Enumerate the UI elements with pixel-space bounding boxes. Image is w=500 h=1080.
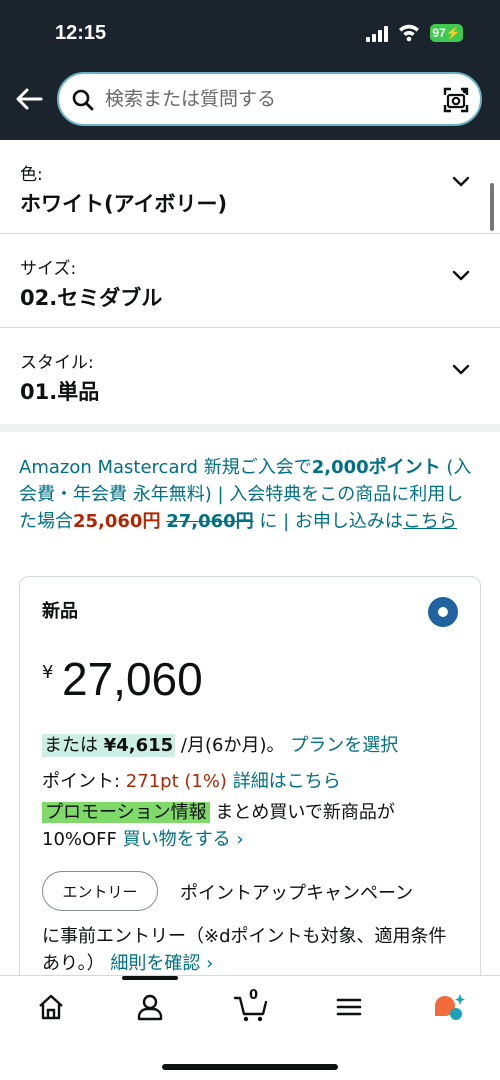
points-value: 271pt (1%) xyxy=(125,771,227,792)
installment-amount: ¥4,615 xyxy=(103,735,174,756)
points-info: ポイント: 271pt (1%) 詳細はこちら xyxy=(42,767,341,793)
select-plan-link[interactable]: プランを選択 xyxy=(290,735,398,756)
option-label: 色: xyxy=(20,165,43,185)
points-details-link[interactable]: 詳細はこちら xyxy=(233,771,341,792)
price-value: 27,060 xyxy=(62,653,203,705)
cellular-signal-icon xyxy=(366,26,390,42)
bottom-navigation: 0 xyxy=(0,975,500,1080)
cart-icon[interactable] xyxy=(233,992,269,1022)
campaign-title: ポイントアップキャンペーン xyxy=(180,883,414,904)
installment-suffix: /月(6か月)。 xyxy=(175,735,285,756)
promo-points: 2,000ポイント xyxy=(311,457,441,478)
menu-icon[interactable] xyxy=(334,992,364,1022)
top-bar: 12:15 97⚡ xyxy=(0,0,500,140)
account-icon[interactable] xyxy=(135,992,165,1022)
option-value: ホワイト(アイボリー) xyxy=(20,192,228,216)
scrollbar[interactable] xyxy=(490,183,494,231)
option-value: 02.セミダブル xyxy=(20,286,163,310)
mastercard-promo[interactable]: Amazon Mastercard 新規ご入会で2,000ポイント (入会費・年… xyxy=(19,454,481,535)
camera-search-icon[interactable] xyxy=(441,85,471,115)
option-label: サイズ: xyxy=(20,259,77,279)
campaign-text: に事前エントリー（※dポイントも対象、適用条件あり。） xyxy=(42,926,447,974)
offer-radio-button[interactable] xyxy=(428,597,458,627)
offer-card[interactable]: 新品 ¥ 27,060 または ¥4,615 /月(6か月)。 プランを選択 ポ… xyxy=(19,576,481,996)
installment-prefix: または xyxy=(44,735,104,756)
battery-icon: 97⚡ xyxy=(430,24,463,42)
promo-apply-link[interactable]: こちら xyxy=(403,511,457,532)
wifi-icon xyxy=(399,24,419,42)
battery-level: 97 xyxy=(432,26,446,40)
points-label: ポイント: xyxy=(42,771,126,792)
option-value: 01.単品 xyxy=(20,380,100,404)
chevron-down-icon xyxy=(452,176,470,187)
rufus-icon[interactable] xyxy=(432,992,466,1022)
search-icon xyxy=(72,89,94,111)
option-color[interactable]: 色: ホワイト(アイボリー) xyxy=(0,140,500,234)
installment-info: または ¥4,615 /月(6か月)。 プランを選択 xyxy=(42,731,398,757)
promo-text: に | お申し込みは xyxy=(253,511,403,532)
promo-original-price: 27,060円 xyxy=(166,511,254,532)
promotion-tag: プロモーション情報 xyxy=(42,802,210,823)
chevron-down-icon xyxy=(452,364,470,375)
search-input[interactable] xyxy=(105,84,425,114)
section-divider xyxy=(0,424,500,432)
status-time: 12:15 xyxy=(55,22,107,44)
home-icon[interactable] xyxy=(36,992,66,1022)
status-bar: 12:15 97⚡ xyxy=(0,0,500,64)
campaign-description: に事前エントリー（※dポイントも対象、適用条件あり。） 細則を確認 › xyxy=(42,923,462,977)
option-label: スタイル: xyxy=(20,353,94,373)
condition-label: 新品 xyxy=(42,601,78,622)
promo-text: Amazon Mastercard 新規ご入会で xyxy=(19,457,312,478)
chevron-down-icon xyxy=(452,270,470,281)
option-size[interactable]: サイズ: 02.セミダブル xyxy=(0,234,500,328)
back-arrow-icon[interactable] xyxy=(14,84,44,114)
shop-now-link[interactable]: 買い物をする › xyxy=(123,829,244,850)
promotion-info: プロモーション情報 まとめ買いで新商品が10%OFF 買い物をする › xyxy=(42,799,462,853)
installment-highlight: または ¥4,615 xyxy=(42,734,176,757)
entry-button[interactable]: エントリー xyxy=(42,871,158,911)
home-indicator xyxy=(162,1064,338,1070)
currency-symbol: ¥ xyxy=(42,662,54,683)
search-bar[interactable] xyxy=(57,72,482,126)
terms-link[interactable]: 細則を確認 › xyxy=(110,953,213,974)
option-style[interactable]: スタイル: 01.単品 xyxy=(0,328,500,422)
active-tab-indicator xyxy=(122,976,178,980)
promo-discounted-price: 25,060円 xyxy=(73,511,161,532)
variation-options: 色: ホワイト(アイボリー) サイズ: 02.セミダブル スタイル: 01.単品 xyxy=(0,140,500,422)
